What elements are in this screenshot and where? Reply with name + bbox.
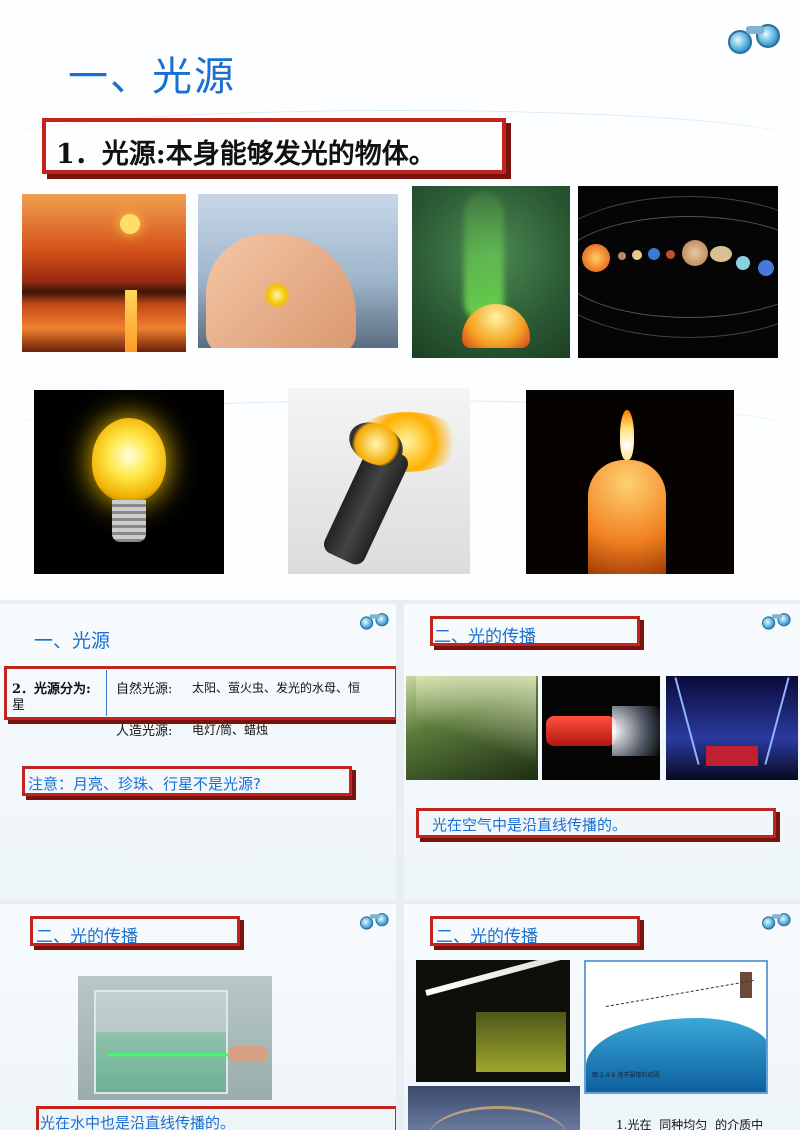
solar-system-photo [578,186,778,358]
page-title: 一、光源 [68,54,236,100]
red-flashlight-beam-photo [542,676,660,780]
flashlight-photo [288,388,470,574]
water-tank-laser-photo [78,976,272,1100]
slide-propagation-water: 二、光的传播 光在水中也是沿直线传播的。 [0,904,396,1130]
text-cursor [106,670,107,716]
note-text: 注意：月亮、珍珠、行星不是光源? [28,775,261,793]
rainbow-sky-photo [408,1086,580,1130]
definition-text: 1．光源:本身能够发光的物体。 [56,139,436,170]
mirage-diagram: 图 2.4-9 海市蜃楼的成因 [584,960,768,1094]
statement-text: 光在空气中是沿直线传播的。 [432,816,628,834]
slide-light-sources: 一、光源 1．光源:本身能够发光的物体。 [0,0,800,600]
forest-light-rays-photo [406,676,538,780]
binoculars-icon [360,612,390,631]
light-bulb-photo [34,390,224,574]
slide-divider [396,600,404,1130]
slide-title: 二、光的传播 [434,627,536,647]
mirage-figure-caption: 图 2.4-9 海市蜃楼的成因 [592,1072,660,1079]
binoculars-icon [762,912,792,931]
slide-source-types: 一、光源 2．光源分为: 星 自然光源: 太阳、萤火虫、发光的水母、恒 人造光源… [0,604,396,900]
artificial-sources-label: 人造光源: [116,724,173,739]
statement-prefix: 1.光在 [616,1118,652,1130]
light-beam-refraction-photo [416,960,570,1082]
natural-items-wrap: 星 [12,698,26,713]
jellyfish-photo [412,186,570,358]
binoculars-icon [728,22,782,56]
statement-text: 光在水中也是沿直线传播的。 [40,1114,236,1130]
medium-statement: 1.光在 同种均匀 的介质中 [616,1116,763,1130]
statement-suffix: 的介质中 [715,1118,764,1130]
slide-propagation-medium: 二、光的传播 图 2.4-9 海市蜃楼的成因 1.光在 同种均匀 的介质中 [404,904,800,1130]
slide-title: 二、光的传播 [36,927,138,947]
firefly-photo [198,194,398,348]
natural-sources-label: 自然光源: [116,682,173,697]
night-searchlights-photo [666,676,798,780]
natural-sources-items: 太阳、萤火虫、发光的水母、恒 [192,681,361,695]
candle-photo [526,390,734,574]
sunset-photo [22,194,186,352]
binoculars-icon [762,612,792,631]
binoculars-icon [360,912,390,931]
artificial-sources-items: 电灯/筒、蜡烛 [192,723,269,737]
slide-propagation-air: 二、光的传播 光在空气中是沿直线传播的。 [404,604,800,900]
statement-blank: 同种均匀 [659,1118,708,1130]
slide-title: 一、光源 [34,630,111,652]
slide-title: 二、光的传播 [436,927,538,947]
